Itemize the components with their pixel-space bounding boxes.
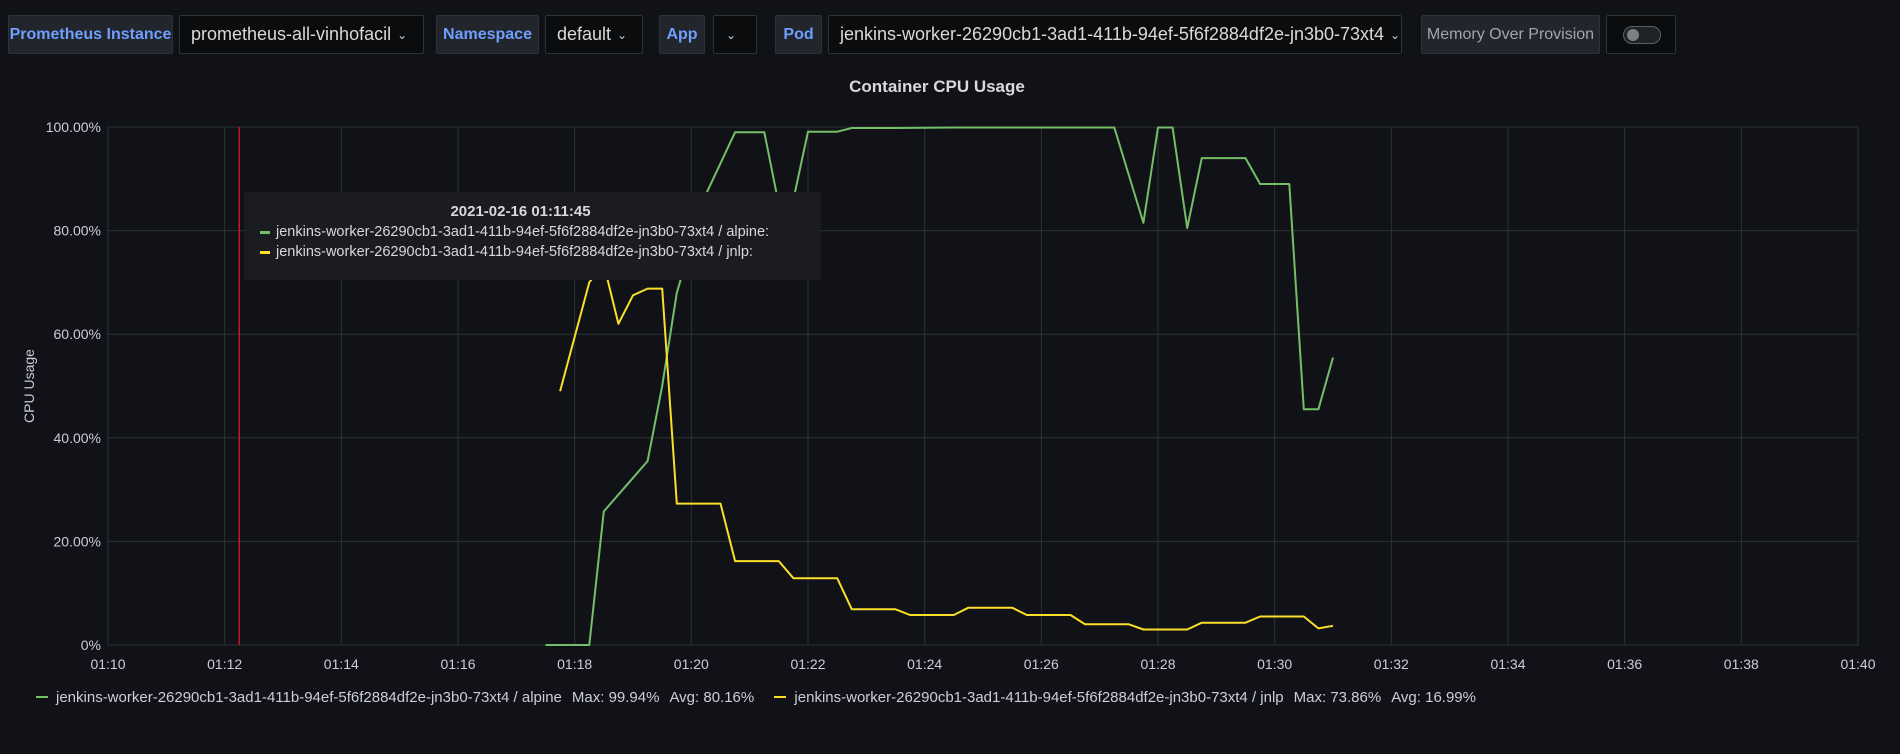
- app-label: App: [659, 15, 705, 54]
- x-tick-label: 01:14: [324, 656, 359, 672]
- x-tick-label: 01:20: [674, 656, 709, 672]
- legend-item-jnlp[interactable]: jenkins-worker-26290cb1-3ad1-411b-94ef-5…: [774, 689, 1476, 706]
- x-tick-label: 01:10: [90, 656, 125, 672]
- panel-title: Container CPU Usage: [849, 77, 1025, 96]
- namespace-select[interactable]: default ⌄: [545, 15, 643, 54]
- y-tick-label: 20.00%: [54, 533, 101, 549]
- namespace-label: Namespace: [436, 15, 539, 54]
- series-color-swatch: [36, 696, 48, 698]
- y-axis-label: CPU Usage: [21, 349, 37, 423]
- chevron-down-icon: ⌄: [1390, 27, 1401, 42]
- y-tick-label: 100.00%: [46, 119, 101, 135]
- chart-legend: jenkins-worker-26290cb1-3ad1-411b-94ef-5…: [36, 685, 1492, 706]
- x-tick-label: 01:16: [440, 656, 475, 672]
- x-tick-label: 01:32: [1374, 656, 1409, 672]
- app-select[interactable]: ⌄: [713, 15, 757, 54]
- cpu-usage-chart[interactable]: 0% 20.00% 40.00% 60.00% 80.00% 100.00% 01:10 01…: [0, 100, 1900, 675]
- y-tick-label: 60.00%: [54, 326, 101, 342]
- prometheus-instance-select[interactable]: prometheus-all-vinhofacil ⌄: [179, 15, 424, 54]
- x-tick-label: 01:34: [1490, 656, 1525, 672]
- x-tick-label: 01:30: [1257, 656, 1292, 672]
- x-tick-label: 01:38: [1724, 656, 1759, 672]
- y-tick-label: 80.00%: [54, 223, 101, 239]
- chevron-down-icon: ⌄: [397, 27, 408, 42]
- legend-item-alpine[interactable]: jenkins-worker-26290cb1-3ad1-411b-94ef-5…: [36, 689, 754, 706]
- toggle-switch[interactable]: [1623, 26, 1661, 44]
- x-tick-label: 01:12: [207, 656, 242, 672]
- y-tick-label: 40.00%: [54, 430, 101, 446]
- x-tick-label: 01:24: [907, 656, 942, 672]
- x-tick-label: 01:26: [1024, 656, 1059, 672]
- tooltip-time: 2021-02-16 01:11:45: [450, 203, 591, 220]
- memory-over-provision-toggle-box[interactable]: [1606, 15, 1676, 54]
- series-color-swatch: [774, 696, 787, 698]
- x-tick-label: 01:22: [790, 656, 825, 672]
- x-tick-label: 01:36: [1607, 656, 1642, 672]
- series-color-swatch: [260, 230, 270, 234]
- toggle-knob: [1627, 29, 1639, 41]
- tooltip-row: jenkins-worker-26290cb1-3ad1-411b-94ef-5…: [260, 244, 821, 260]
- prometheus-instance-label: Prometheus Instance: [8, 15, 173, 54]
- x-tick-label: 01:18: [557, 656, 592, 672]
- y-tick-label: 0%: [81, 637, 101, 653]
- pod-label: Pod: [775, 15, 822, 54]
- hover-tooltip: 2021-02-16 01:11:45 jenkins-worker-26290…: [244, 192, 821, 280]
- tooltip-row: jenkins-worker-26290cb1-3ad1-411b-94ef-5…: [260, 224, 821, 240]
- pod-select[interactable]: jenkins-worker-26290cb1-3ad1-411b-94ef-5…: [828, 15, 1402, 54]
- x-tick-label: 01:28: [1140, 656, 1175, 672]
- series-line-jnlp: [559, 263, 1334, 631]
- chevron-down-icon: ⌄: [617, 27, 628, 42]
- series-color-swatch: [260, 250, 270, 254]
- memory-over-provision-label: Memory Over Provision: [1421, 15, 1600, 54]
- x-tick-label: 01:40: [1840, 656, 1875, 672]
- chevron-down-icon: ⌄: [726, 27, 737, 42]
